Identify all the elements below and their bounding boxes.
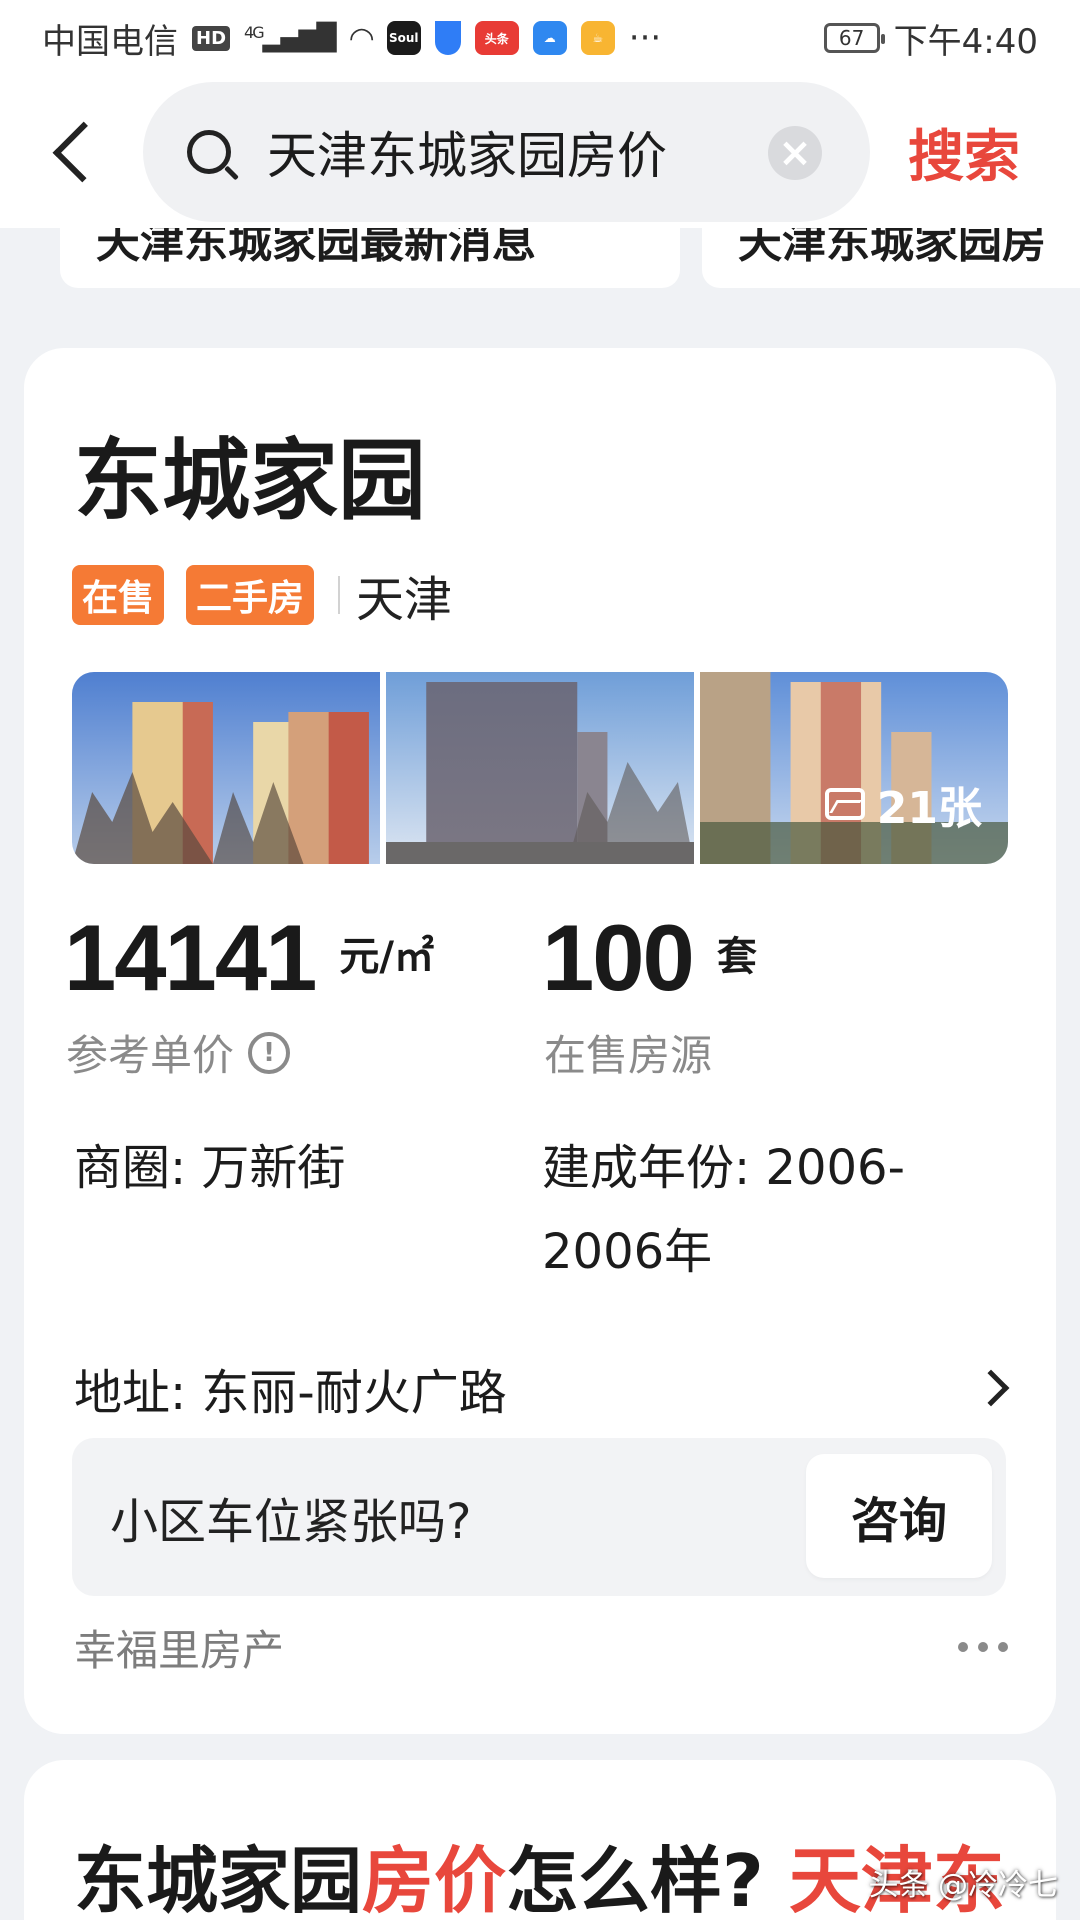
watermark: 头条 @冷冷七 <box>868 1868 1058 1903</box>
units-stat: 100 套 在售房源 <box>542 904 757 1083</box>
building-photo[interactable] <box>72 672 380 864</box>
price-stat: 14141 元/㎡ 参考单价 ! <box>64 904 434 1083</box>
divider <box>338 576 341 614</box>
source-label: 幸福里房产 <box>74 1625 285 1675</box>
search-header: 天津东城家园房价 × 搜索 <box>0 76 1080 228</box>
article-title-part: 东城家园 <box>74 1839 363 1920</box>
built-year-line2: 2006年 <box>542 1224 713 1280</box>
related-search-chip[interactable]: 天津东城家园房 <box>702 228 1080 288</box>
photo-gallery[interactable]: 21张 <box>72 672 1008 864</box>
clock: 下午4:40 <box>893 21 1038 62</box>
units-label: 在售房源 <box>544 1031 713 1080</box>
units-value: 100 <box>542 905 695 1010</box>
search-input[interactable]: 天津东城家园房价 × <box>143 82 870 222</box>
tag-second-hand: 二手房 <box>186 565 315 625</box>
article-title: 东城家园房价怎么样? 天津东 <box>74 1822 1005 1920</box>
shield-app-icon <box>434 21 461 55</box>
source-row: 幸福里房产 <box>74 1612 1014 1682</box>
chevron-right-icon <box>972 1369 1010 1407</box>
photo-count-label: 21张 <box>876 783 982 834</box>
weather-app-icon: ☁ <box>532 21 567 55</box>
built-year-line1: 建成年份: 2006- <box>542 1140 905 1196</box>
toutiao-app-icon: 头条 <box>474 21 519 55</box>
price-unit: 元/㎡ <box>339 934 435 980</box>
hd-icon: HD <box>192 25 231 51</box>
back-button[interactable] <box>44 114 114 190</box>
more-notifications-icon: ··· <box>628 18 662 58</box>
building-photo[interactable]: 21张 <box>700 672 1008 864</box>
network-type: 4G <box>244 23 265 42</box>
question-text: 小区车位紧张吗? <box>110 1494 472 1550</box>
related-search-chip[interactable]: 天津东城家园最新消息 <box>60 228 680 288</box>
address-row[interactable]: 地址: 东丽-耐火广路 <box>74 1348 1014 1428</box>
property-title: 东城家园 <box>74 429 427 532</box>
consult-button[interactable]: 咨询 <box>806 1454 992 1578</box>
clear-icon[interactable]: × <box>768 126 822 180</box>
building-photo[interactable] <box>386 672 694 864</box>
carrier-label: 中国电信 <box>42 21 178 62</box>
city-label: 天津 <box>356 572 453 628</box>
search-button[interactable]: 搜索 <box>908 116 1020 190</box>
related-search-chips: 天津东城家园最新消息 天津东城家园房 <box>0 228 1080 288</box>
wifi-icon: ◠ <box>348 20 375 56</box>
units-unit: 套 <box>716 934 757 980</box>
back-chevron-icon <box>52 121 114 183</box>
tags-row: 在售 二手房 天津 <box>72 560 452 630</box>
search-icon <box>187 130 231 174</box>
tag-on-sale: 在售 <box>72 565 165 625</box>
soul-app-icon: Soul <box>386 21 421 55</box>
photo-count[interactable]: 21张 <box>824 772 982 836</box>
cellular-signal-icon: 4G▂▄▆█ <box>244 23 337 53</box>
info-icon[interactable]: ! <box>248 1031 291 1074</box>
image-icon <box>824 788 865 820</box>
price-label: 参考单价 <box>66 1031 235 1080</box>
address-text: 地址: 东丽-耐火广路 <box>74 1365 507 1421</box>
question-box[interactable]: 小区车位紧张吗? 咨询 <box>72 1438 1006 1596</box>
battery-icon: 67 <box>823 23 885 53</box>
business-district: 商圈: 万新街 <box>74 1140 346 1196</box>
search-query-text[interactable]: 天津东城家园房价 <box>267 116 727 188</box>
cup-app-icon: ☕ <box>580 21 615 55</box>
price-value: 14141 <box>64 905 317 1010</box>
built-year: 建成年份: 2006- 2006年 <box>542 1126 905 1294</box>
article-title-highlight: 房价 <box>362 1839 507 1920</box>
status-bar: 中国电信 HD 4G▂▄▆█ ◠ Soul 头条 ☁ ☕ ··· 67 下午4:… <box>0 0 1080 76</box>
more-options-icon[interactable] <box>958 1642 1008 1652</box>
property-card[interactable]: 东城家园 在售 二手房 天津 21张 14141 元/㎡ 参考单价 ! 100 … <box>24 348 1056 1734</box>
article-title-part: 怎么样? <box>506 1839 764 1920</box>
